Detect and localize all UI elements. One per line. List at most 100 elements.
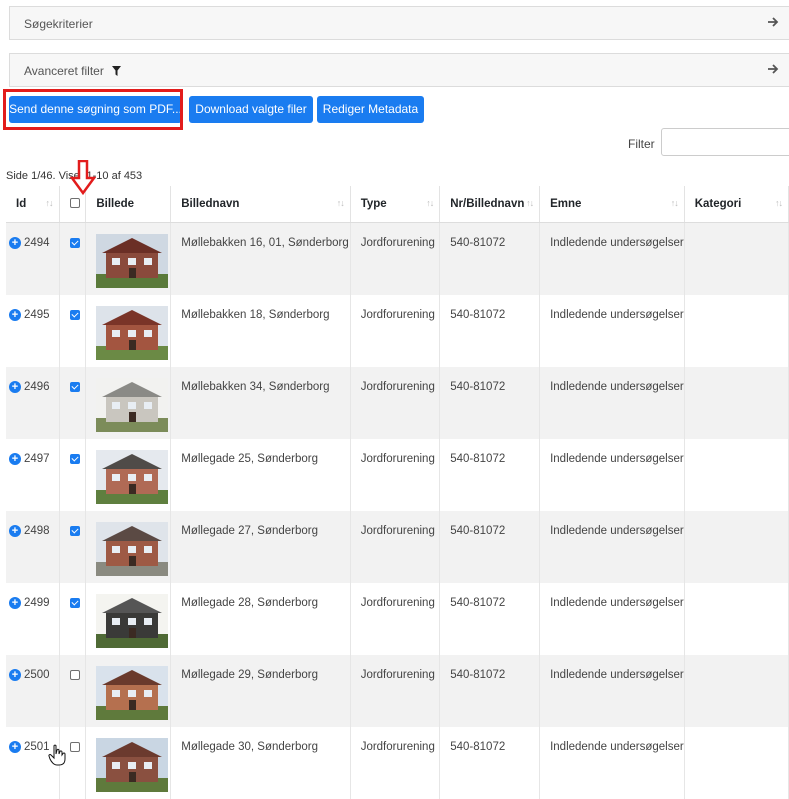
type-cell: Jordforurening: [350, 294, 441, 367]
nr-cell: 540-81072: [439, 294, 541, 367]
type-cell: Jordforurening: [350, 654, 441, 727]
column-header-name[interactable]: Billednavn ↑↓: [170, 186, 351, 223]
row-checkbox[interactable]: [69, 741, 80, 752]
id-cell[interactable]: +2495: [6, 294, 60, 367]
arrow-right-icon[interactable]: [767, 62, 779, 76]
type-cell: Jordforurening: [350, 222, 441, 295]
name-cell: Møllegade 28, Sønderborg: [170, 582, 351, 655]
row-checkbox[interactable]: [69, 453, 80, 464]
download-files-button[interactable]: Download valgte filer: [189, 96, 313, 123]
id-cell[interactable]: +2498: [6, 510, 60, 583]
select-cell[interactable]: [59, 222, 87, 295]
table-row: +2496 Møllebakken 34, Sønderborg Jordforu…: [6, 366, 789, 439]
id-cell[interactable]: +2497: [6, 438, 60, 511]
arrow-right-icon[interactable]: [767, 15, 779, 29]
name-cell: Møllegade 30, Sønderborg: [170, 726, 351, 799]
name-cell: Møllegade 25, Sønderborg: [170, 438, 351, 511]
subject-cell: Indledende undersøgelser: [539, 582, 685, 655]
category-cell: [684, 654, 789, 727]
column-header-category[interactable]: Kategori ↑↓: [684, 186, 789, 223]
column-header-id[interactable]: Id ↑↓: [6, 186, 60, 223]
select-cell[interactable]: [59, 294, 87, 367]
house-photo-thumbnail[interactable]: [96, 449, 169, 504]
subject-cell: Indledende undersøgelser: [539, 510, 685, 583]
results-table: Id ↑↓ Billede Billednavn ↑↓ Type ↑↓ Nr/Bill…: [6, 186, 789, 799]
highlight-box: [3, 89, 183, 130]
red-down-arrow-icon: [70, 160, 96, 196]
column-header-type[interactable]: Type ↑↓: [350, 186, 441, 223]
name-cell: Møllegade 27, Sønderborg: [170, 510, 351, 583]
select-cell[interactable]: [59, 582, 87, 655]
category-cell: [684, 726, 789, 799]
select-cell[interactable]: [59, 510, 87, 583]
subject-cell: Indledende undersøgelser: [539, 294, 685, 367]
row-checkbox[interactable]: [69, 669, 80, 680]
name-cell: Møllegade 29, Sønderborg: [170, 654, 351, 727]
row-checkbox[interactable]: [69, 309, 80, 320]
select-cell[interactable]: [59, 438, 87, 511]
id-cell[interactable]: +2500: [6, 654, 60, 727]
column-header-nr[interactable]: Nr/Billednavn ↑↓: [439, 186, 541, 223]
name-cell: Møllebakken 18, Sønderborg: [170, 294, 351, 367]
category-cell: [684, 366, 789, 439]
house-photo-thumbnail[interactable]: [96, 305, 169, 360]
expand-plus-icon[interactable]: +: [9, 740, 21, 753]
select-cell[interactable]: [59, 366, 87, 439]
image-cell: [85, 726, 172, 799]
table-row: +2498 Møllegade 27, Sønderborg Jordforure…: [6, 510, 789, 583]
category-cell: [684, 582, 789, 655]
expand-plus-icon[interactable]: +: [9, 380, 21, 393]
house-photo-thumbnail[interactable]: [96, 665, 169, 720]
filter-input[interactable]: [661, 128, 789, 156]
id-cell[interactable]: +2499: [6, 582, 60, 655]
table-row: +2497 Møllegade 25, Sønderborg Jordforure…: [6, 438, 789, 511]
row-checkbox[interactable]: [69, 597, 80, 608]
name-cell: Møllebakken 16, 01, Sønderborg: [170, 222, 351, 295]
id-cell[interactable]: +2496: [6, 366, 60, 439]
table-row: +2501 Møllegade 30, Sønderborg Jordforure…: [6, 726, 789, 799]
expand-plus-icon[interactable]: +: [9, 237, 21, 249]
nr-cell: 540-81072: [439, 582, 541, 655]
edit-metadata-button[interactable]: Rediger Metadata: [317, 96, 424, 123]
image-cell: [85, 510, 172, 583]
subject-cell: Indledende undersøgelser: [539, 438, 685, 511]
expand-plus-icon[interactable]: +: [9, 596, 21, 609]
search-criteria-panel[interactable]: Søgekriterier: [9, 6, 789, 40]
house-photo-thumbnail[interactable]: [96, 234, 169, 288]
advanced-filter-panel[interactable]: Avanceret filter: [9, 53, 789, 87]
image-cell: [85, 294, 172, 367]
subject-cell: Indledende undersøgelser: [539, 366, 685, 439]
house-photo-thumbnail[interactable]: [96, 521, 169, 576]
row-checkbox[interactable]: [69, 525, 80, 536]
subject-cell: Indledende undersøgelser: [539, 726, 685, 799]
subject-cell: Indledende undersøgelser: [539, 222, 685, 295]
expand-plus-icon[interactable]: +: [9, 308, 21, 321]
house-photo-thumbnail[interactable]: [96, 377, 169, 432]
nr-cell: 540-81072: [439, 366, 541, 439]
expand-plus-icon[interactable]: +: [9, 668, 21, 681]
nr-cell: 540-81072: [439, 726, 541, 799]
name-cell: Møllebakken 34, Sønderborg: [170, 366, 351, 439]
filter-icon: [112, 66, 122, 76]
select-cell[interactable]: [59, 654, 87, 727]
image-cell: [85, 438, 172, 511]
id-cell[interactable]: +2494: [6, 222, 60, 295]
row-checkbox[interactable]: [69, 238, 80, 248]
table-row: +2500 Møllegade 29, Sønderborg Jordforure…: [6, 654, 789, 727]
expand-plus-icon[interactable]: +: [9, 452, 21, 465]
table-row: +2494 Møllebakken 16, 01, Sønderborg Jord…: [6, 222, 789, 295]
row-checkbox[interactable]: [69, 381, 80, 392]
house-photo-thumbnail[interactable]: [96, 737, 169, 792]
house-photo-thumbnail[interactable]: [96, 593, 169, 648]
filter-label: Filter: [628, 137, 655, 151]
select-all-checkbox[interactable]: [69, 197, 80, 208]
nr-cell: 540-81072: [439, 654, 541, 727]
image-cell: [85, 366, 172, 439]
nr-cell: 540-81072: [439, 510, 541, 583]
type-cell: Jordforurening: [350, 510, 441, 583]
category-cell: [684, 222, 789, 295]
column-header-subject[interactable]: Emne ↑↓: [539, 186, 685, 223]
nr-cell: 540-81072: [439, 222, 541, 295]
nr-cell: 540-81072: [439, 438, 541, 511]
expand-plus-icon[interactable]: +: [9, 524, 21, 537]
